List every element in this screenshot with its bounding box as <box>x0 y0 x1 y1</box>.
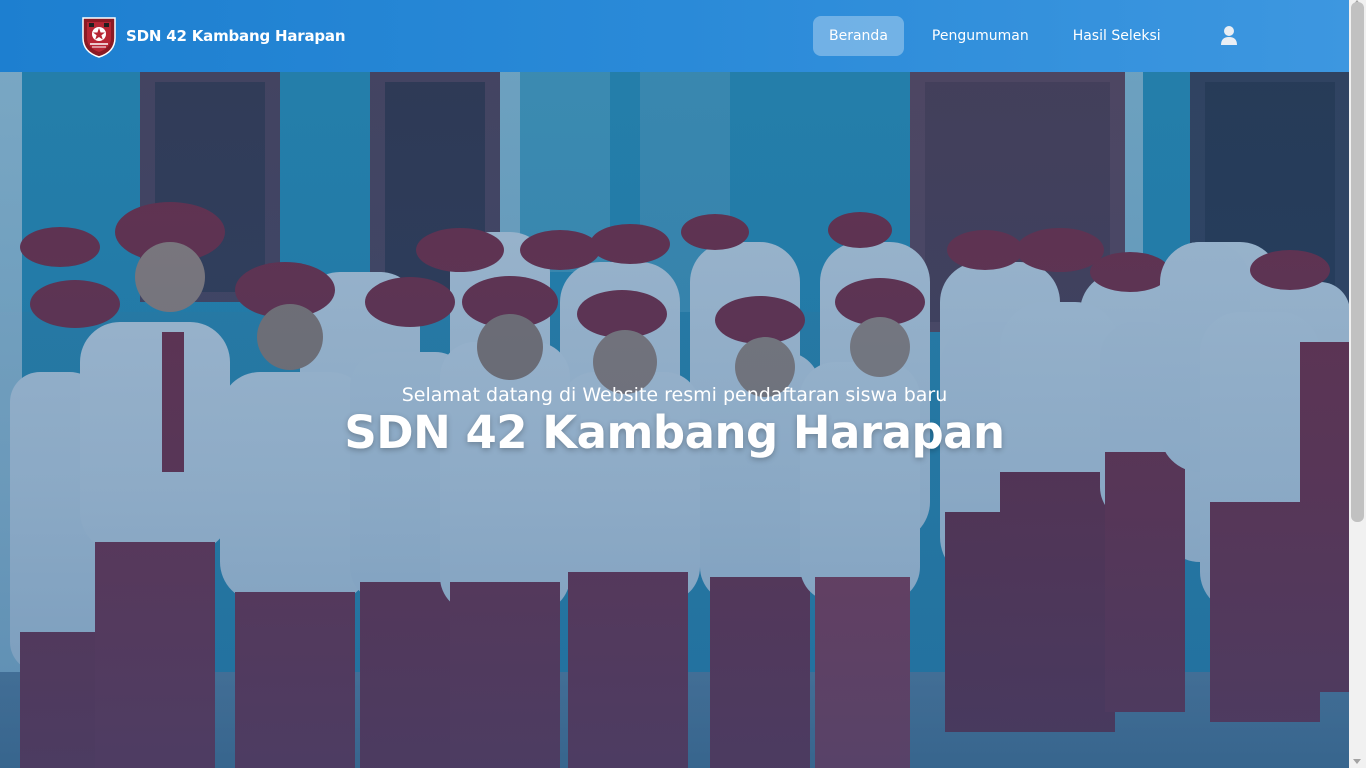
user-menu-button[interactable] <box>1219 24 1239 48</box>
main-nav: Beranda Pengumuman Hasil Seleksi <box>813 16 1177 56</box>
hero-section: Selamat datang di Website resmi pendafta… <box>0 72 1349 768</box>
hero-title: SDN 42 Kambang Harapan <box>344 406 1005 459</box>
navbar: SDN 42 Kambang Harapan Beranda Pengumuma… <box>0 0 1349 72</box>
nav-item-beranda[interactable]: Beranda <box>813 16 904 56</box>
vertical-scrollbar[interactable] <box>1349 0 1366 768</box>
hero-subtitle: Selamat datang di Website resmi pendafta… <box>401 384 948 406</box>
school-logo-icon <box>82 17 116 58</box>
scrollbar-thumb[interactable] <box>1351 2 1364 522</box>
nav-item-hasil-seleksi[interactable]: Hasil Seleksi <box>1057 16 1177 56</box>
brand-link[interactable]: SDN 42 Kambang Harapan <box>80 14 346 58</box>
scroll-down-icon[interactable] <box>1353 759 1361 764</box>
brand-name: SDN 42 Kambang Harapan <box>126 27 346 45</box>
user-icon <box>1221 26 1237 45</box>
nav-item-pengumuman[interactable]: Pengumuman <box>916 16 1045 56</box>
